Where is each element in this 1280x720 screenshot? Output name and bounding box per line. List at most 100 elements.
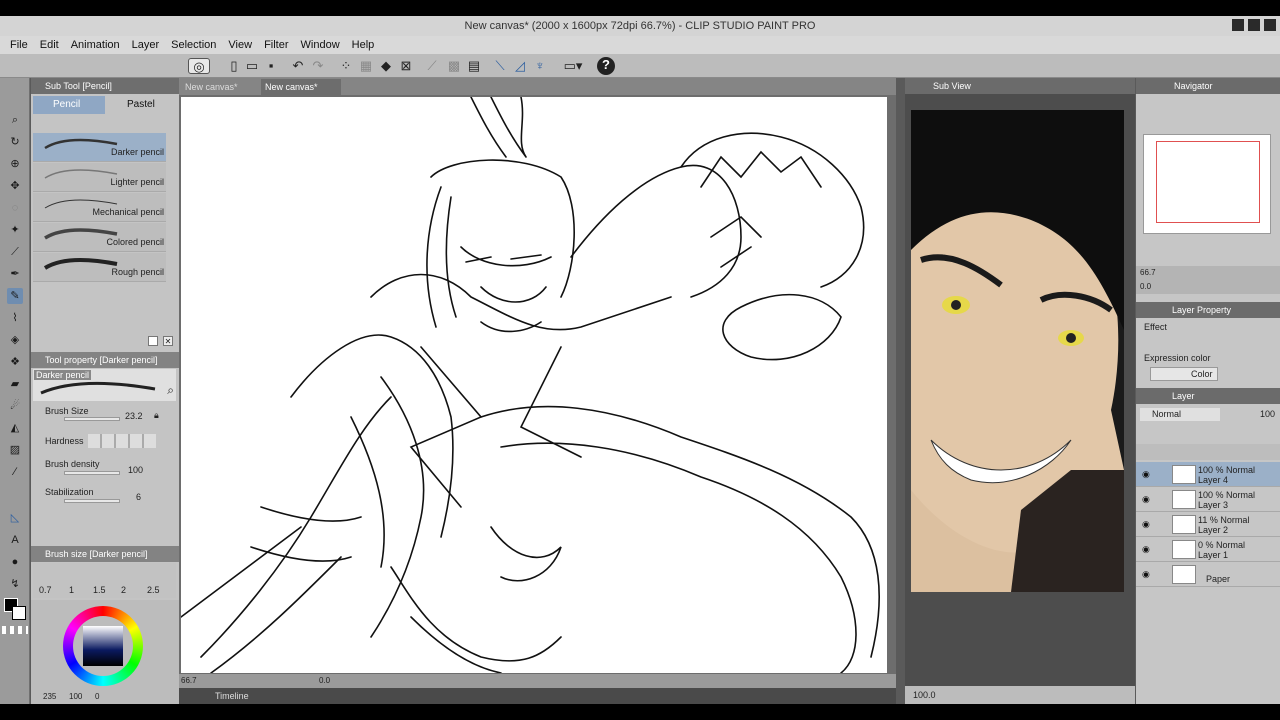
snap-ruler-icon[interactable]: ⟍ bbox=[492, 58, 508, 74]
menu-window[interactable]: Window bbox=[301, 39, 340, 51]
visibility-eye-icon[interactable]: ◉ bbox=[1142, 495, 1151, 504]
figure-tool-icon[interactable]: ∕ bbox=[7, 464, 23, 480]
ruler-icon[interactable]: ⟋ bbox=[424, 58, 440, 74]
menu-selection[interactable]: Selection bbox=[171, 39, 216, 51]
brush-lighter-pencil[interactable]: Lighter pencil bbox=[33, 163, 166, 192]
redo-icon[interactable]: ↷ bbox=[310, 58, 326, 74]
display-mode-icon[interactable]: ▭▾ bbox=[560, 58, 586, 74]
navigator-zoom-value[interactable]: 66.7 bbox=[1140, 268, 1156, 277]
reference-image[interactable] bbox=[911, 110, 1124, 592]
brush-darker-pencil[interactable]: Darker pencil bbox=[33, 133, 166, 162]
navigator-thumbnail[interactable] bbox=[1143, 134, 1271, 234]
sub-color-swatch[interactable] bbox=[12, 606, 26, 620]
size-preset[interactable]: 2.5 bbox=[147, 585, 160, 595]
canvas-zoom-value[interactable]: 66.7 bbox=[181, 676, 197, 685]
ruler-tool-icon[interactable]: ◺ bbox=[7, 510, 23, 526]
crop-icon[interactable]: ⊠ bbox=[398, 58, 414, 74]
visibility-eye-icon[interactable]: ◉ bbox=[1142, 545, 1151, 554]
stabilization-slider[interactable] bbox=[64, 499, 120, 503]
visibility-eye-icon[interactable]: ◉ bbox=[1142, 570, 1151, 579]
lock-icon[interactable]: 🔒︎ bbox=[154, 410, 159, 421]
clip-studio-icon[interactable]: ◎ bbox=[188, 58, 210, 74]
canvas-angle-value[interactable]: 0.0 bbox=[319, 674, 330, 688]
operation-tool-icon[interactable]: ⊕ bbox=[7, 156, 23, 172]
blend-mode-select[interactable]: Normal bbox=[1140, 408, 1220, 421]
snap-grid-icon[interactable]: ▤ bbox=[466, 58, 482, 74]
minimize-button[interactable] bbox=[1232, 19, 1244, 31]
transparent-color-swatch[interactable] bbox=[2, 626, 28, 634]
size-preset[interactable]: 0.7 bbox=[39, 585, 52, 595]
new-file-icon[interactable]: ▯ bbox=[226, 58, 242, 74]
subview-zoom-value[interactable]: 100.0 bbox=[913, 690, 936, 700]
open-file-icon[interactable]: ▭ bbox=[244, 58, 260, 74]
size-preset[interactable]: 1.5 bbox=[93, 585, 106, 595]
close-button[interactable] bbox=[1264, 19, 1276, 31]
text-tool-icon[interactable]: A bbox=[7, 532, 23, 548]
brush-colored-pencil[interactable]: Colored pencil bbox=[33, 223, 166, 252]
deselect-icon[interactable]: ⁘ bbox=[338, 58, 354, 74]
brush-size-value[interactable]: 23.2 bbox=[125, 411, 143, 421]
save-icon[interactable]: ▪ bbox=[263, 58, 279, 74]
visibility-eye-icon[interactable]: ◉ bbox=[1142, 520, 1151, 529]
selection-tool-icon[interactable]: ◌ bbox=[7, 200, 23, 216]
brush-tool-icon[interactable]: ⌇ bbox=[7, 310, 23, 326]
decoration-tool-icon[interactable]: ❖ bbox=[7, 354, 23, 370]
size-preset[interactable]: 2 bbox=[121, 585, 126, 595]
zoom-tool-icon[interactable]: ⌕ bbox=[7, 112, 23, 128]
auto-select-icon[interactable]: ✦ bbox=[7, 222, 23, 238]
menu-file[interactable]: File bbox=[10, 39, 28, 51]
layer-row-paper[interactable]: ◉ Paper bbox=[1136, 562, 1280, 587]
tab-pencil[interactable]: Pencil bbox=[33, 96, 105, 114]
size-preset[interactable]: 1 bbox=[69, 585, 74, 595]
menu-animation[interactable]: Animation bbox=[71, 39, 120, 51]
blend-tool-icon[interactable]: ☄ bbox=[7, 398, 23, 414]
menu-filter[interactable]: Filter bbox=[264, 39, 288, 51]
invert-selection-icon[interactable]: ▦ bbox=[358, 58, 374, 74]
new-subtool-icon[interactable] bbox=[148, 336, 158, 346]
stabilization-value[interactable]: 6 bbox=[136, 492, 141, 502]
snap-special-icon[interactable]: ◿ bbox=[512, 58, 528, 74]
visibility-eye-icon[interactable]: ◉ bbox=[1142, 470, 1151, 479]
layer-opacity-value[interactable]: 100 bbox=[1260, 409, 1275, 419]
menu-view[interactable]: View bbox=[228, 39, 252, 51]
undo-icon[interactable]: ↶ bbox=[290, 58, 306, 74]
brush-mechanical-pencil[interactable]: Mechanical pencil bbox=[33, 193, 166, 222]
move-tool-icon[interactable]: ↻ bbox=[7, 134, 23, 150]
menu-help[interactable]: Help bbox=[352, 39, 375, 51]
navigator-angle-value[interactable]: 0.0 bbox=[1140, 282, 1151, 291]
fill-tool-icon[interactable]: ◭ bbox=[7, 420, 23, 436]
airbrush-tool-icon[interactable]: ◈ bbox=[7, 332, 23, 348]
magnify-icon[interactable]: ⌕ bbox=[167, 383, 174, 398]
delete-subtool-icon[interactable]: ✕ bbox=[163, 336, 173, 346]
help-icon[interactable]: ? bbox=[597, 57, 615, 75]
correct-line-icon[interactable]: ↯ bbox=[7, 576, 23, 592]
tab-pastel[interactable]: Pastel bbox=[107, 96, 177, 114]
maximize-button[interactable] bbox=[1248, 19, 1260, 31]
brush-rough-pencil[interactable]: Rough pencil bbox=[33, 253, 166, 282]
canvas-tab-1[interactable]: New canvas* bbox=[181, 79, 261, 95]
balloon-tool-icon[interactable]: ● bbox=[7, 554, 23, 570]
gradient-tool-icon[interactable]: ▨ bbox=[7, 442, 23, 458]
eraser-tool-icon[interactable]: ▰ bbox=[7, 376, 23, 392]
expression-color-select[interactable]: Color bbox=[1150, 367, 1218, 381]
brush-density-value[interactable]: 100 bbox=[128, 465, 143, 475]
move-layer-icon[interactable]: ✥ bbox=[7, 178, 23, 194]
hardness-selector[interactable] bbox=[88, 434, 156, 448]
color-wheel[interactable] bbox=[63, 606, 143, 686]
saturation-square[interactable] bbox=[83, 626, 123, 666]
eyedropper-icon[interactable]: ⟋ bbox=[7, 244, 23, 260]
menu-edit[interactable]: Edit bbox=[40, 39, 59, 51]
brush-density-slider[interactable] bbox=[64, 471, 120, 475]
fill-icon[interactable]: ◆ bbox=[378, 58, 394, 74]
layer-row[interactable]: ◉ 100 % Normal Layer 3 bbox=[1136, 487, 1280, 512]
timeline-panel[interactable]: Timeline bbox=[179, 688, 896, 704]
layer-row[interactable]: ◉ 11 % Normal Layer 2 bbox=[1136, 512, 1280, 537]
pencil-tool-icon[interactable]: ✎ bbox=[7, 288, 23, 304]
menu-layer[interactable]: Layer bbox=[132, 39, 160, 51]
canvas-tab-2[interactable]: New canvas* bbox=[261, 79, 341, 95]
layer-row[interactable]: ◉ 0 % Normal Layer 1 bbox=[1136, 537, 1280, 562]
brush-size-slider[interactable] bbox=[64, 417, 120, 421]
grid-icon[interactable]: ▩ bbox=[446, 58, 462, 74]
drawing-canvas[interactable] bbox=[181, 97, 887, 673]
pen-tool-icon[interactable]: ✒ bbox=[7, 266, 23, 282]
